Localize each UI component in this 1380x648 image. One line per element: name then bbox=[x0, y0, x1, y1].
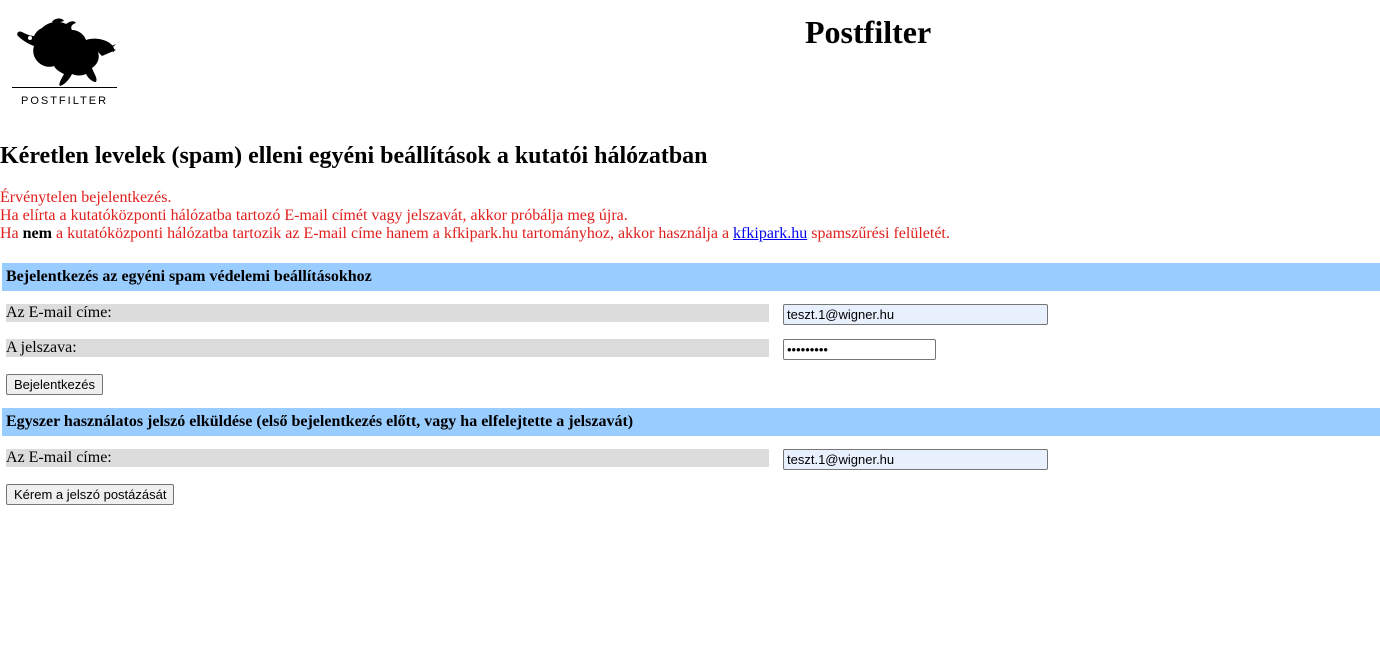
hint-middle: a kutatóközponti hálózatba tartozik az E… bbox=[51, 225, 734, 242]
otp-email-label: Az E-mail címe: bbox=[6, 449, 769, 467]
logo-divider bbox=[12, 87, 117, 88]
login-email-label: Az E-mail címe: bbox=[6, 304, 769, 322]
login-button[interactable]: Bejelentkezés bbox=[6, 374, 103, 395]
hint-suffix: spamszűrési felületét. bbox=[807, 225, 950, 242]
login-email-input[interactable] bbox=[783, 304, 1048, 325]
page: POSTFILTER Postfilter Kéretlen levelek (… bbox=[0, 0, 1380, 648]
error-message-invalid-login: Érvénytelen bejelentkezés. bbox=[0, 189, 172, 206]
otp-section-header: Egyszer használatos jelszó elküldése (el… bbox=[2, 408, 1380, 436]
error-messages: Érvénytelen bejelentkezés. Ha elírta a k… bbox=[0, 189, 950, 243]
site-title: Postfilter bbox=[805, 14, 932, 50]
send-password-button[interactable]: Kérem a jelszó postázását bbox=[6, 484, 175, 505]
hint-bold-nem: nem bbox=[22, 225, 52, 242]
login-password-input[interactable] bbox=[783, 339, 936, 360]
page-heading: Kéretlen levelek (spam) elleni egyéni be… bbox=[0, 143, 708, 169]
login-section-header: Bejelentkezés az egyéni spam védelemi be… bbox=[2, 263, 1380, 291]
otp-email-input[interactable] bbox=[783, 449, 1048, 470]
postfilter-logo: POSTFILTER bbox=[12, 18, 117, 107]
error-message-kfkipark-hint: Ha nem a kutatóközponti hálózatba tartoz… bbox=[0, 225, 950, 243]
login-password-label: A jelszava: bbox=[6, 339, 769, 357]
kfkipark-link[interactable]: kfkipark.hu bbox=[733, 225, 807, 242]
hint-prefix: Ha bbox=[0, 225, 23, 242]
error-message-retry-hint: Ha elírta a kutatóközponti hálózatba tar… bbox=[0, 207, 628, 224]
logo-text: POSTFILTER bbox=[20, 95, 109, 107]
horse-rider-icon bbox=[17, 18, 116, 86]
